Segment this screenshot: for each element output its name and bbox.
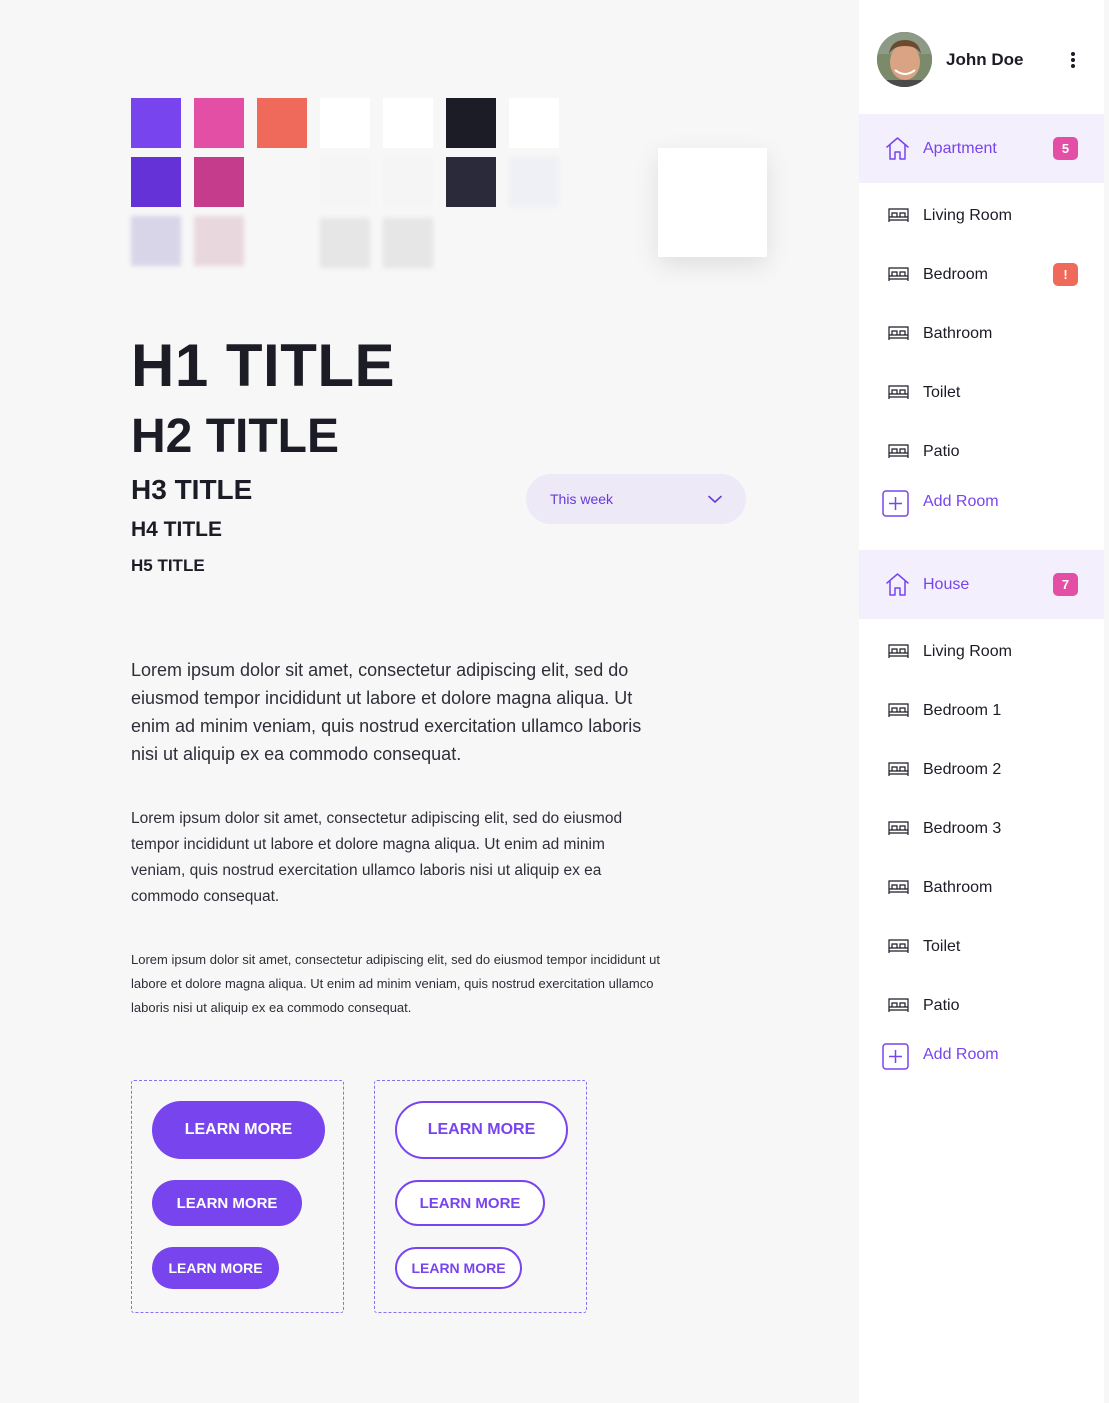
- room-item[interactable]: Bedroom !: [859, 255, 1104, 295]
- room-item[interactable]: Bedroom 2: [859, 750, 1104, 790]
- filled-button-group: LEARN MORE LEARN MORE LEARN MORE: [131, 1080, 344, 1313]
- avatar[interactable]: [877, 32, 932, 87]
- room-item[interactable]: Bedroom 1: [859, 691, 1104, 731]
- period-dropdown[interactable]: This week: [526, 474, 746, 524]
- swatch-purple-light: [131, 216, 181, 266]
- room-item[interactable]: Bedroom 3: [859, 809, 1104, 849]
- learn-more-button-outline-small[interactable]: LEARN MORE: [395, 1247, 522, 1289]
- count-badge: 5: [1053, 137, 1078, 160]
- paragraph-small: Lorem ipsum dolor sit amet, consectetur …: [131, 952, 660, 1015]
- add-room-label: Add Room: [923, 493, 999, 510]
- swatch-off-white-2: [383, 157, 433, 207]
- outline-button-group: LEARN MORE LEARN MORE LEARN MORE: [374, 1080, 587, 1313]
- h5-title: H5 TITLE: [131, 556, 205, 575]
- bed-icon: [887, 819, 910, 837]
- add-room-button[interactable]: Add Room: [859, 485, 1104, 521]
- room-label: Patio: [923, 997, 960, 1014]
- room-item[interactable]: Living Room: [859, 196, 1104, 236]
- swatch-navy: [446, 157, 496, 207]
- swatch-white-3: [509, 98, 559, 148]
- alert-badge: !: [1053, 263, 1078, 286]
- bed-icon: [887, 642, 910, 660]
- room-label: Bathroom: [923, 879, 993, 896]
- learn-more-button-filled-large[interactable]: LEARN MORE: [152, 1101, 325, 1159]
- bed-icon: [887, 760, 910, 778]
- learn-more-button-filled-medium[interactable]: LEARN MORE: [152, 1180, 302, 1226]
- bed-icon: [887, 996, 910, 1014]
- bed-icon: [887, 206, 910, 224]
- nav-group-label: Apartment: [923, 139, 997, 157]
- swatch-white: [320, 98, 370, 148]
- room-item[interactable]: Toilet: [859, 927, 1104, 967]
- count-badge: 7: [1053, 573, 1078, 596]
- room-label: Bedroom 1: [923, 702, 1002, 719]
- bed-icon: [887, 324, 910, 342]
- room-item[interactable]: Bathroom: [859, 868, 1104, 908]
- nav-group-label: House: [923, 575, 970, 593]
- room-label: Living Room: [923, 643, 1012, 660]
- swatch-purple: [131, 98, 181, 148]
- swatch-grey-light-2: [383, 218, 433, 268]
- dropdown-value: This week: [550, 491, 614, 507]
- room-item[interactable]: Patio: [859, 986, 1104, 1026]
- bed-icon: [887, 878, 910, 896]
- swatch-pink: [194, 98, 244, 148]
- paragraph-medium: Lorem ipsum dolor sit amet, consectetur …: [131, 810, 623, 905]
- room-label: Patio: [923, 443, 960, 460]
- add-room-label: Add Room: [923, 1046, 999, 1063]
- swatch-lavender-white: [509, 157, 559, 207]
- nav-group-apartment[interactable]: Apartment 5: [859, 114, 1104, 183]
- room-label: Bedroom 2: [923, 761, 1002, 778]
- swatch-purple-dark: [131, 157, 181, 207]
- plus-square-icon: [882, 1043, 909, 1070]
- add-room-button[interactable]: Add Room: [859, 1038, 1104, 1074]
- nav-group-house[interactable]: House 7: [859, 550, 1104, 619]
- h1-title: H1 TITLE: [131, 332, 396, 399]
- home-icon: [884, 135, 911, 162]
- room-label: Bedroom: [923, 266, 988, 283]
- home-icon: [884, 571, 911, 598]
- h3-title: H3 TITLE: [131, 474, 253, 505]
- learn-more-button-outline-medium[interactable]: LEARN MORE: [395, 1180, 545, 1226]
- swatch-pink-light: [194, 216, 244, 266]
- bed-icon: [887, 383, 910, 401]
- learn-more-button-outline-large[interactable]: LEARN MORE: [395, 1101, 568, 1159]
- room-label: Bedroom 3: [923, 820, 1002, 837]
- room-item[interactable]: Toilet: [859, 373, 1104, 413]
- room-item[interactable]: Living Room: [859, 632, 1104, 672]
- room-label: Living Room: [923, 207, 1012, 224]
- bed-icon: [887, 937, 910, 955]
- learn-more-button-filled-small[interactable]: LEARN MORE: [152, 1247, 279, 1289]
- more-vertical-icon[interactable]: [1066, 48, 1080, 72]
- swatch-pink-dark: [194, 157, 244, 207]
- shadow-card: [658, 148, 767, 257]
- swatch-off-white: [320, 157, 370, 207]
- bed-icon: [887, 701, 910, 719]
- user-name: John Doe: [946, 50, 1024, 69]
- bed-icon: [887, 265, 910, 283]
- swatch-coral: [257, 98, 307, 148]
- h2-title: H2 TITLE: [131, 410, 340, 463]
- chevron-down-icon: [708, 491, 722, 507]
- h4-title: H4 TITLE: [131, 518, 223, 541]
- user-profile: John Doe: [859, 0, 1104, 114]
- room-label: Bathroom: [923, 325, 993, 342]
- room-label: Toilet: [923, 384, 961, 401]
- swatch-white-2: [383, 98, 433, 148]
- room-item[interactable]: Patio: [859, 432, 1104, 472]
- swatch-black: [446, 98, 496, 148]
- plus-square-icon: [882, 490, 909, 517]
- room-item[interactable]: Bathroom: [859, 314, 1104, 354]
- bed-icon: [887, 442, 910, 460]
- sidebar: John Doe Apartment 5 Living Room Bedroom…: [859, 0, 1104, 1403]
- swatch-grey-light: [320, 218, 370, 268]
- room-label: Toilet: [923, 938, 961, 955]
- paragraph-large: Lorem ipsum dolor sit amet, consectetur …: [131, 660, 642, 764]
